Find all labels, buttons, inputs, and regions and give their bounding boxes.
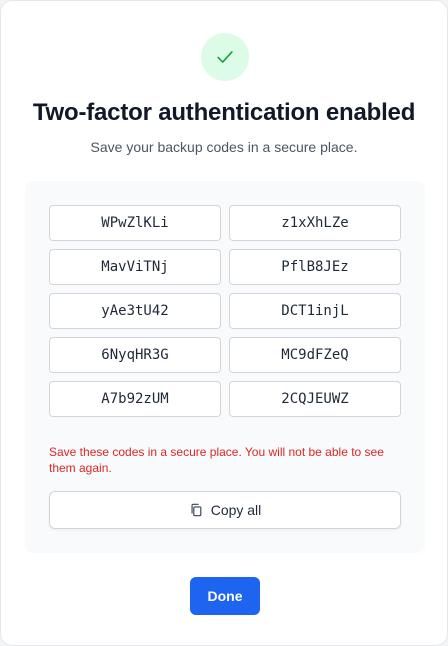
backup-code: 6NyqHR3G <box>49 337 221 373</box>
backup-codes-panel: WPwZlKLi z1xXhLZe MavViTNj PflB8JEz yAe3… <box>25 181 425 553</box>
backup-code: MavViTNj <box>49 249 221 285</box>
dialog-subtitle: Save your backup codes in a secure place… <box>90 139 358 155</box>
backup-code: z1xXhLZe <box>229 205 401 241</box>
backup-codes-grid: WPwZlKLi z1xXhLZe MavViTNj PflB8JEz yAe3… <box>49 205 401 417</box>
backup-code: WPwZlKLi <box>49 205 221 241</box>
dialog-title: Two-factor authentication enabled <box>32 99 416 126</box>
success-badge <box>201 33 249 81</box>
check-icon <box>217 51 233 63</box>
backup-code: 2CQJEUWZ <box>229 381 401 417</box>
backup-code: A7b92zUM <box>49 381 221 417</box>
backup-code: yAe3tU42 <box>49 293 221 329</box>
backup-codes-dialog: Two-factor authentication enabled Save y… <box>0 0 448 646</box>
backup-code: DCT1injL <box>229 293 401 329</box>
warning-message: Save these codes in a secure place. You … <box>49 445 384 475</box>
backup-code: PflB8JEz <box>229 249 401 285</box>
backup-code: MC9dFZeQ <box>229 337 401 373</box>
done-button[interactable]: Done <box>190 577 260 615</box>
copy-all-label: Copy all <box>210 502 262 518</box>
copy-icon <box>191 503 202 517</box>
copy-all-button[interactable]: Copy all <box>49 491 401 529</box>
